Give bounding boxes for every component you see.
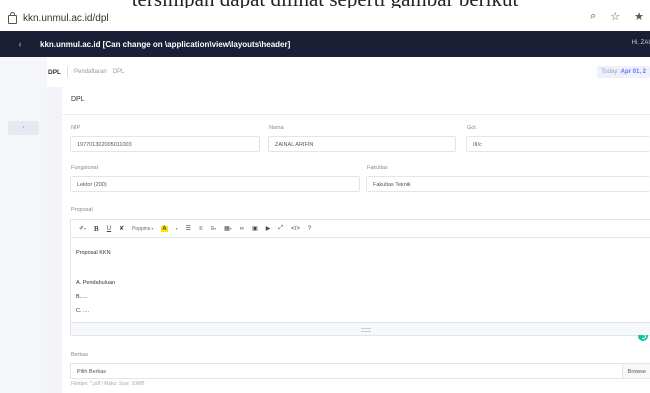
- nama-label: Nama: [269, 125, 284, 131]
- gol-field[interactable]: III/c: [466, 136, 650, 152]
- editor-content[interactable]: Proposal KKN A. Pendahuluan B..... C. ..…: [71, 237, 650, 341]
- gol-label: Gol.: [467, 125, 478, 131]
- fungsional-field[interactable]: Lektor (200): [70, 176, 360, 192]
- video-icon[interactable]: ▶: [266, 225, 271, 232]
- top-header: ‹ kkn.unmul.ac.id [Can change on \applic…: [0, 31, 650, 57]
- browser-address-bar[interactable]: kkn.unmul.ac.id/dpl ⌕ ☆ ★: [0, 8, 650, 28]
- pin-icon[interactable]: ★: [634, 10, 644, 23]
- fungsional-label: Fungsional: [71, 165, 98, 171]
- file-placeholder: Pilih Berkas: [77, 369, 107, 375]
- card-title: DPL: [71, 96, 85, 103]
- document-caption-text: tersimpan dapat dilihat seperti gambar b…: [0, 0, 650, 8]
- fakultas-field[interactable]: Fakultas Teknik: [366, 176, 650, 192]
- editor-resize-bar[interactable]: [71, 322, 650, 335]
- unordered-list-icon[interactable]: ☰: [186, 225, 191, 232]
- fullscreen-icon[interactable]: ⤢: [278, 225, 283, 232]
- nip-field[interactable]: 197701302005011003: [70, 136, 260, 152]
- ordered-list-icon[interactable]: ≡: [199, 226, 203, 232]
- clear-format-icon[interactable]: ✘: [119, 225, 124, 232]
- code-view-icon[interactable]: </>: [291, 226, 300, 232]
- berkas-label: Berkas: [71, 352, 89, 358]
- help-icon[interactable]: ?: [308, 226, 311, 232]
- browser-actions: ⌕ ☆ ★: [590, 10, 644, 23]
- bold-button[interactable]: B: [94, 225, 99, 233]
- font-select-value: Poppins: [132, 225, 151, 232]
- resize-handle-icon[interactable]: [360, 328, 371, 332]
- chevron-left-icon[interactable]: ‹: [0, 39, 40, 49]
- font-select[interactable]: Poppins ▾: [132, 226, 153, 232]
- nip-label: NIP: [71, 125, 81, 131]
- sidebar: ‹: [0, 57, 47, 393]
- lock-icon: [8, 11, 17, 24]
- file-input[interactable]: Pilih Berkas Browse: [70, 363, 650, 379]
- picture-icon[interactable]: ▣: [252, 225, 258, 232]
- editor-line: B.....: [76, 294, 88, 300]
- url-text[interactable]: kkn.unmul.ac.id/dpl: [23, 13, 109, 24]
- editor-toolbar: ✐▾ B U ✘ Poppins ▾ A ▾ ☰ ≡ ≡▾ ▦▾ ∞ ▣ ▶ ⤢…: [71, 220, 650, 237]
- zoom-icon[interactable]: ⌕: [590, 10, 596, 23]
- editor-line: C. ....: [76, 308, 90, 314]
- chevron-left-icon: ‹: [22, 125, 25, 131]
- editor-line: A. Pendahuluan: [76, 280, 116, 286]
- table-icon[interactable]: ▦▾: [224, 225, 232, 232]
- proposal-editor[interactable]: ✐▾ B U ✘ Poppins ▾ A ▾ ☰ ≡ ≡▾ ▦▾ ∞ ▣ ▶ ⤢…: [70, 219, 650, 341]
- editor-line: Proposal KKN: [76, 250, 111, 256]
- card-header: DPL: [62, 87, 650, 115]
- underline-button[interactable]: U: [107, 226, 111, 232]
- page-title: DPL: [48, 68, 61, 76]
- color-dropdown-icon[interactable]: ▾: [176, 226, 178, 231]
- star-icon[interactable]: ☆: [610, 10, 620, 23]
- link-icon[interactable]: ∞: [240, 226, 244, 232]
- today-badge: Today: Apr 01, 2: [597, 66, 650, 78]
- magic-wand-icon[interactable]: ✐▾: [79, 225, 86, 232]
- proposal-label: Proposal: [71, 207, 93, 213]
- divider: [67, 67, 68, 77]
- today-label: Today:: [601, 69, 619, 75]
- sidebar-toggle[interactable]: ‹: [8, 121, 39, 135]
- text-color-icon[interactable]: A: [161, 225, 168, 232]
- breadcrumb-link-pendaftaran[interactable]: Pendaftaran: [74, 69, 107, 75]
- breadcrumb-link-dpl[interactable]: DPL: [113, 69, 125, 75]
- user-greeting[interactable]: Hi, ZAI: [632, 40, 650, 46]
- breadcrumb: DPL Pendaftaran DPL Today: Apr 01, 2: [47, 57, 650, 88]
- dpl-form-card: DPL NIP 197701302005011003 Nama ZAINAL A…: [62, 87, 650, 393]
- app-title: kkn.unmul.ac.id [Can change on \applicat…: [40, 39, 291, 49]
- today-date: Apr 01, 2: [620, 69, 646, 75]
- nama-field[interactable]: ZAINAL ARIFIN: [268, 136, 456, 152]
- fakultas-label: Fakultas: [367, 165, 388, 171]
- file-hint: Filetipe: *.pdf | Maks. Size: 10MB: [71, 381, 145, 387]
- paragraph-align-icon[interactable]: ≡▾: [211, 226, 217, 232]
- browse-button[interactable]: Browse: [621, 364, 650, 378]
